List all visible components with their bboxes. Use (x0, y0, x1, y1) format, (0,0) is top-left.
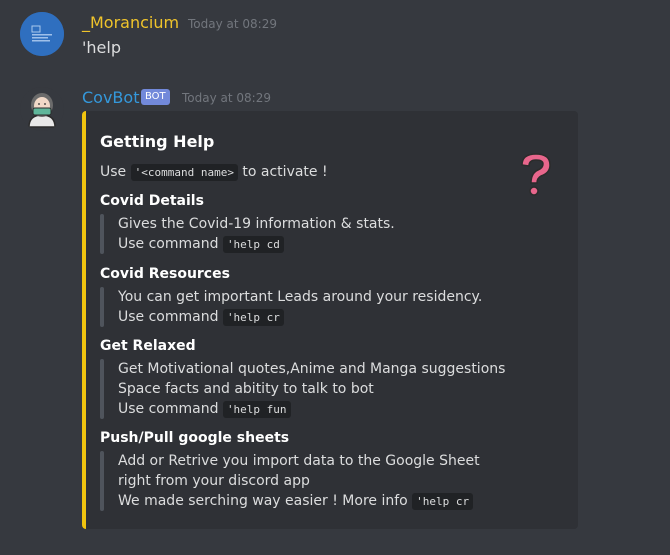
help-embed: Getting Help Use '<command name> to acti… (82, 111, 578, 529)
blockquote-bar (100, 287, 104, 327)
field-title: Get Relaxed (100, 338, 196, 354)
field-text: Get Motivational quotes,Anime and Manga … (118, 361, 506, 377)
user-timestamp: Today at 08:29 (188, 17, 277, 31)
bot-timestamp: Today at 08:29 (182, 91, 271, 105)
question-mark-icon (514, 151, 558, 199)
user-avatar-image (20, 12, 64, 56)
blockquote-bar (100, 214, 104, 254)
field-command-line: We made serching way easier ! More info … (118, 492, 474, 511)
field-title: Covid Details (100, 193, 204, 209)
field-text: right from your discord app (118, 473, 310, 489)
field-text: Gives the Covid-19 information & stats. (118, 216, 395, 232)
user-avatar[interactable] (20, 12, 64, 56)
bot-badge: BOT (141, 89, 170, 105)
user-username[interactable]: _Morancium (82, 13, 179, 32)
blockquote-bar (100, 451, 104, 511)
inline-code: 'help cr (222, 309, 284, 326)
field-text: Add or Retrive you import data to the Go… (118, 453, 480, 469)
field-command-line: Use command 'help cd (118, 235, 284, 254)
embed-title: Getting Help (100, 132, 215, 151)
inline-code: 'help cd (222, 236, 284, 253)
bot-avatar-image (20, 87, 64, 131)
user-message-text: 'help (82, 38, 121, 57)
bot-username[interactable]: CovBot (82, 88, 139, 107)
field-title: Covid Resources (100, 266, 230, 282)
field-title: Push/Pull google sheets (100, 430, 290, 446)
field-command-line: Use command 'help cr (118, 308, 284, 327)
field-text: You can get important Leads around your … (118, 289, 483, 305)
inline-code: 'help fun (222, 401, 291, 418)
inline-code: 'help cr (412, 493, 474, 510)
embed-description: Use '<command name> to activate ! (100, 164, 328, 181)
field-command-line: Use command 'help fun (118, 400, 291, 419)
embed-accent-bar (82, 111, 86, 529)
blockquote-bar (100, 359, 104, 419)
inline-code: '<command name> (130, 164, 238, 181)
bot-avatar[interactable] (20, 87, 64, 131)
field-text: Space facts and abitity to talk to bot (118, 381, 374, 397)
